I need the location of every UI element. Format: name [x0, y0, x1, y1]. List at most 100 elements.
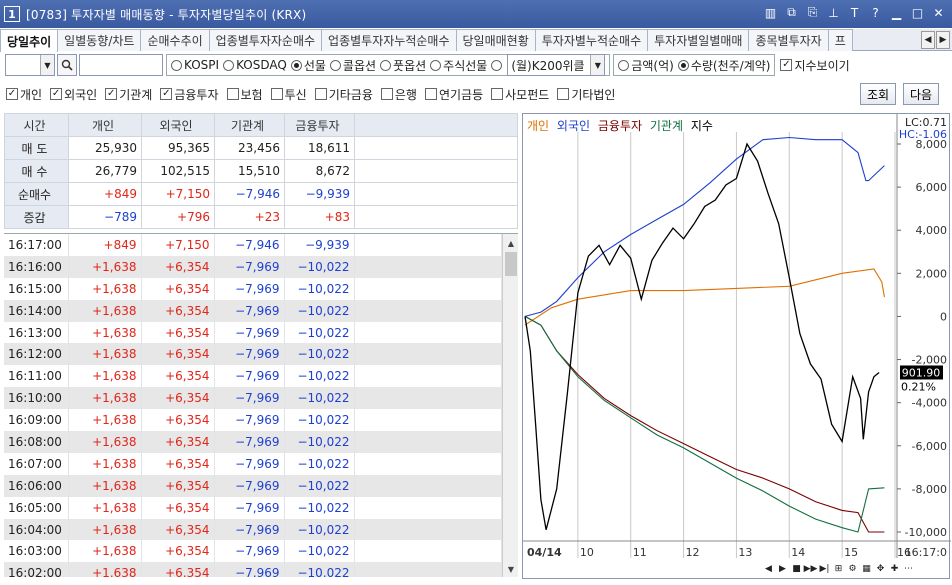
- window-number-badge[interactable]: 1: [4, 6, 20, 22]
- radio-amount[interactable]: 금액(억): [618, 57, 674, 74]
- tab-daily-trend[interactable]: 당일추이: [0, 29, 59, 52]
- tab-daily-trading[interactable]: 당일매매현황: [455, 29, 536, 51]
- value-cell: +1,638: [68, 387, 142, 410]
- summary-cell: 23,456: [214, 136, 285, 160]
- code-name-input[interactable]: [79, 54, 163, 76]
- tab-scroll: ◀ ▶: [921, 31, 950, 49]
- filter-bank[interactable]: 은행: [380, 86, 417, 103]
- radio-stock-futures[interactable]: 주식선물: [430, 57, 487, 74]
- copy-icon[interactable]: ⎘: [805, 5, 820, 20]
- chevron-down-icon[interactable]: ▼: [40, 55, 54, 75]
- summary-cell: +23: [214, 205, 285, 229]
- tab-sector-investor-cumulative[interactable]: 업종별투자자누적순매수: [321, 29, 457, 51]
- table-row[interactable]: 16:06:00 +1,638 +6,354 −7,969 −10,022: [4, 474, 502, 497]
- table-row[interactable]: 16:16:00 +1,638 +6,354 −7,969 −10,022: [4, 255, 502, 278]
- chart-draw-icon[interactable]: ⋯: [902, 562, 915, 575]
- radio-put-option[interactable]: 풋옵션: [380, 57, 426, 74]
- table-row[interactable]: 16:04:00 +1,638 +6,354 −7,969 −10,022: [4, 518, 502, 541]
- tab-next-icon[interactable]: ▶: [936, 31, 950, 49]
- chart-crosshair-icon[interactable]: ✚: [888, 562, 901, 575]
- filter-financial-investment[interactable]: ✓ 금융투자: [160, 86, 219, 103]
- table-row[interactable]: 16:02:00 +1,638 +6,354 −7,969 −10,022: [4, 562, 502, 577]
- table-row[interactable]: 16:09:00 +1,638 +6,354 −7,969 −10,022: [4, 409, 502, 432]
- value-cell: +6,354: [141, 321, 215, 344]
- filter-other-corp[interactable]: 기타법인: [557, 86, 615, 103]
- tab-investor-cumulative[interactable]: 투자자별누적순매수: [534, 29, 649, 51]
- restore-icon[interactable]: ⧉: [784, 5, 799, 20]
- filter-pension[interactable]: 연기금등: [424, 86, 483, 103]
- time-cell: 16:11:00: [4, 365, 69, 388]
- chart-zoom-icon[interactable]: ⊞: [832, 562, 845, 575]
- font-icon[interactable]: T: [847, 5, 862, 20]
- pin-icon[interactable]: ⊥: [826, 5, 841, 20]
- tab-stock-investor[interactable]: 종목별투자자: [748, 29, 829, 51]
- value-cell: −10,022: [284, 496, 355, 519]
- k200-weekly-select[interactable]: (월)K200위클 ▼: [507, 54, 606, 76]
- table-row[interactable]: 16:11:00 +1,638 +6,354 −7,969 −10,022: [4, 365, 502, 388]
- tab-daily-chart[interactable]: 일별동향/차트: [57, 29, 142, 51]
- help-icon[interactable]: ?: [868, 5, 883, 20]
- table-row[interactable]: 16:17:00 +849 +7,150 −7,946 −9,939: [4, 234, 502, 256]
- radio-call-option[interactable]: 콜옵션: [329, 57, 376, 74]
- chart-play-icon[interactable]: ▶: [776, 562, 789, 575]
- tab-more[interactable]: 프: [827, 29, 853, 51]
- chart-fast-forward-icon[interactable]: ▶▶: [804, 562, 818, 575]
- summary-row: 증감 −789 +796 +23 +83: [4, 205, 518, 229]
- filter-private-fund[interactable]: 사모펀드: [491, 86, 549, 103]
- value-cell: −10,022: [284, 343, 355, 366]
- chart-grid-icon[interactable]: ▦: [860, 562, 873, 575]
- chevron-down-icon[interactable]: ▼: [590, 55, 605, 75]
- chart-stop-icon[interactable]: ■: [790, 562, 803, 575]
- index-show-checkbox[interactable]: ✓ 지수보이기: [780, 57, 850, 74]
- radio-futures[interactable]: 선물: [290, 57, 326, 74]
- chart-prev-icon[interactable]: ◀: [762, 562, 775, 575]
- minimize-icon[interactable]: ▁: [889, 5, 904, 20]
- filter-insurance[interactable]: 보험: [226, 86, 263, 103]
- table-row[interactable]: 16:03:00 +1,638 +6,354 −7,969 −10,022: [4, 540, 502, 563]
- summary-cell: −789: [68, 205, 142, 229]
- table-row[interactable]: 16:12:00 +1,638 +6,354 −7,969 −10,022: [4, 343, 502, 366]
- filter-institution[interactable]: ✓ 기관계: [105, 86, 152, 103]
- scroll-up-icon[interactable]: ▲: [504, 236, 518, 250]
- chart-end-icon[interactable]: ▶|: [818, 562, 831, 575]
- legend-foreign: 외국인: [556, 119, 591, 133]
- table-row[interactable]: 16:14:00 +1,638 +6,354 −7,969 −10,022: [4, 299, 502, 322]
- value-cell: +1,638: [68, 365, 142, 388]
- close-icon[interactable]: ✕: [931, 5, 946, 20]
- value-cell: −7,969: [214, 409, 285, 432]
- chart-settings-icon[interactable]: ⚙: [846, 562, 859, 575]
- search-button[interactable]: [57, 54, 77, 76]
- value-cell: −10,022: [284, 255, 355, 278]
- chart-move-icon[interactable]: ✥: [874, 562, 887, 575]
- maximize-icon[interactable]: □: [910, 5, 925, 20]
- filter-individual[interactable]: ✓ 개인: [6, 86, 42, 103]
- table-row[interactable]: 16:15:00 +1,638 +6,354 −7,969 −10,022: [4, 277, 502, 300]
- vertical-scrollbar[interactable]: ▲ ▼: [502, 234, 518, 577]
- scroll-down-icon[interactable]: ▼: [504, 562, 518, 576]
- radio-kospi[interactable]: KOSPI: [171, 58, 219, 72]
- radio-quantity[interactable]: 수량(천주/계약): [677, 57, 770, 74]
- scroll-thumb[interactable]: [505, 252, 517, 276]
- window-controls: ▥ ⧉ ⎘ ⊥ T ? ▁ □ ✕: [763, 5, 946, 20]
- radio-k200-weekly[interactable]: [491, 59, 504, 71]
- value-cell: +6,354: [141, 387, 215, 410]
- filter-other-finance[interactable]: 기타금융: [314, 86, 373, 103]
- next-button[interactable]: 다음: [903, 83, 940, 105]
- tab-prev-icon[interactable]: ◀: [921, 31, 935, 49]
- table-row[interactable]: 16:07:00 +1,638 +6,354 −7,969 −10,022: [4, 452, 502, 475]
- query-button[interactable]: 조회: [860, 83, 897, 105]
- table-row[interactable]: 16:13:00 +1,638 +6,354 −7,969 −10,022: [4, 321, 502, 344]
- filter-investment-trust[interactable]: 투신: [270, 86, 307, 103]
- tab-investor-daily[interactable]: 투자자별일별매매: [647, 29, 750, 51]
- time-cell: 16:13:00: [4, 321, 69, 344]
- code-combo[interactable]: ▼: [5, 54, 55, 76]
- radio-kosdaq[interactable]: KOSDAQ: [223, 58, 287, 72]
- value-cell: −10,022: [284, 431, 355, 453]
- tab-net-buy-trend[interactable]: 순매수추이: [140, 29, 210, 51]
- tab-sector-investor-net[interactable]: 업종별투자자순매수: [208, 29, 323, 51]
- menu-icon[interactable]: ▥: [763, 5, 778, 20]
- table-row[interactable]: 16:05:00 +1,638 +6,354 −7,969 −10,022: [4, 496, 502, 519]
- filter-foreign[interactable]: ✓ 외국인: [50, 86, 97, 103]
- table-row[interactable]: 16:10:00 +1,638 +6,354 −7,969 −10,022: [4, 387, 502, 410]
- table-row[interactable]: 16:08:00 +1,638 +6,354 −7,969 −10,022: [4, 431, 502, 453]
